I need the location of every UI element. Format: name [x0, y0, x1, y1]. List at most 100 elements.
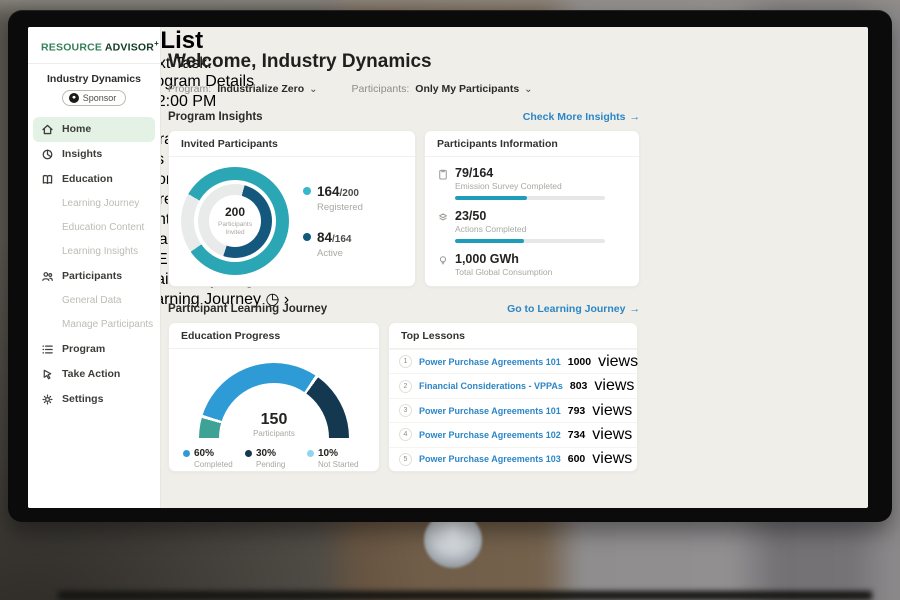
sidebar-item-label: General Data: [62, 295, 121, 306]
legend-item-registered: 164/200 Registered: [303, 183, 363, 213]
invited-center-label: Participants Invited: [213, 221, 257, 238]
sidebar-item-learning-journey[interactable]: Learning Journey: [33, 192, 155, 216]
legend-dot: [183, 450, 190, 457]
sidebar-item-general-data[interactable]: General Data: [33, 289, 155, 313]
sidebar-item-label: Participants: [62, 270, 122, 282]
logo-secondary: ADVISOR: [105, 42, 154, 54]
views-suffix: views: [598, 353, 638, 371]
lesson-rank: 4: [399, 428, 412, 441]
app-logo: RESOURCE ADVISOR+: [41, 39, 160, 54]
lesson-rank: 3: [399, 404, 412, 417]
program-filter-value[interactable]: Industrialize Zero: [217, 83, 304, 95]
lesson-row[interactable]: 1 Power Purchase Agreements 101 1000 vie…: [389, 349, 637, 373]
legend-dot: [303, 187, 311, 195]
page-title: Welcome, Industry Dynamics: [168, 51, 640, 73]
legend-dot: [245, 450, 252, 457]
legend-dot: [307, 450, 314, 457]
arrow-right-icon: →: [630, 303, 641, 315]
settings-icon: [41, 393, 54, 406]
lesson-rank: 5: [399, 453, 412, 466]
sidebar-item-label: Settings: [62, 393, 103, 405]
lesson-title-link[interactable]: Financial Considerations - VPPAs: [419, 381, 563, 391]
sidebar-item-education-content[interactable]: Education Content: [33, 216, 155, 240]
invited-legend: 164/200 Registered 84/164 Active: [303, 183, 363, 259]
lesson-views: 793: [568, 405, 586, 417]
progress-track: [455, 239, 605, 243]
legend-total: /164: [332, 234, 351, 245]
invited-donut-gap: 200 Participants Invited: [194, 180, 276, 262]
card-title: Top Lessons: [389, 323, 637, 349]
legend-pct: 60%: [194, 448, 214, 459]
legend-item-active: 84/164 Active: [303, 229, 363, 259]
lesson-rank: 2: [399, 380, 412, 393]
sidebar-item-learning-insights[interactable]: Learning Insights: [33, 240, 155, 264]
sidebar-item-label: Learning Insights: [62, 246, 138, 257]
sidebar-item-education[interactable]: Education: [33, 167, 155, 192]
invited-body: 200 Participants Invited: [169, 157, 415, 275]
legend-label: Pending: [256, 460, 307, 469]
sidebar-item-home[interactable]: Home: [33, 117, 155, 142]
lesson-views: 600: [568, 453, 586, 465]
insights-icon: [41, 148, 54, 161]
education-icon: [41, 173, 54, 186]
insights-cards-row: Invited Participants 200 Participants In…: [168, 130, 640, 287]
section-title: Program Insights: [168, 111, 263, 123]
views-suffix: views: [594, 377, 634, 395]
go-to-learning-journey-link[interactable]: Go to Learning Journey→: [507, 303, 640, 315]
main-content: Welcome, Industry Dynamics Program: Indu…: [161, 27, 650, 508]
legend-pct: 30%: [256, 448, 276, 459]
lesson-row[interactable]: 2 Financial Considerations - VPPAs 803 v…: [389, 373, 637, 397]
participants-filter-value[interactable]: Only My Participants: [415, 83, 519, 95]
sidebar: RESOURCE ADVISOR+ Industry Dynamics Spon…: [28, 27, 161, 508]
stat-label: Emission Survey Completed: [455, 181, 605, 191]
filter-bar: Program: Industrialize Zero ⌄ Participan…: [168, 83, 640, 95]
chevron-down-icon[interactable]: ⌄: [524, 84, 532, 95]
legend-item-not-started: 10% Not Started: [307, 448, 369, 469]
participants-information-card: Participants Information 79/164 Emission…: [424, 130, 640, 287]
lesson-title-link[interactable]: Power Purchase Agreements 103: [419, 454, 561, 464]
program-insights-header: Program Insights Check More Insights→: [168, 111, 640, 123]
legend-dot: [303, 233, 311, 241]
invited-donut-inner: 200 Participants Invited: [198, 184, 272, 258]
education-progress-card: Education Progress 150 Participants 60: [168, 322, 380, 472]
education-legend: 60% Completed 30% Pending 10% Not Starte…: [183, 448, 369, 469]
sidebar-item-program[interactable]: Program: [33, 337, 155, 362]
logo-plus: +: [154, 39, 159, 48]
sidebar-item-label: Home: [62, 123, 91, 135]
desk-shadow: [58, 591, 872, 600]
sidebar-item-label: Program: [62, 343, 105, 355]
lesson-row[interactable]: 4 Power Purchase Agreements 102 734 view…: [389, 422, 637, 446]
logo-primary: RESOURCE: [41, 42, 102, 54]
lesson-title-link[interactable]: Power Purchase Agreements 101: [419, 357, 561, 367]
lesson-title-link[interactable]: Power Purchase Agreements 101: [419, 406, 561, 416]
sponsor-badge[interactable]: Sponsor: [62, 90, 127, 106]
education-gauge-center: 150 Participants: [199, 411, 349, 438]
sidebar-item-manage-participants[interactable]: Manage Participants: [33, 313, 155, 337]
program-icon: [41, 343, 54, 356]
stat-value: 79/164: [455, 166, 605, 180]
check-more-insights-link[interactable]: Check More Insights→: [523, 111, 640, 123]
lesson-views: 734: [568, 429, 586, 441]
sidebar-item-label: Insights: [62, 148, 102, 160]
lesson-views: 803: [570, 380, 588, 392]
legend-item-completed: 60% Completed: [183, 448, 245, 469]
lesson-row[interactable]: 5 Power Purchase Agreements 103 600 view…: [389, 447, 637, 471]
progress-track: [455, 196, 605, 200]
card-title: Education Progress: [169, 323, 379, 349]
views-suffix: views: [592, 426, 632, 444]
card-title: Participants Information: [425, 131, 639, 157]
sidebar-item-take-action[interactable]: Take Action: [33, 362, 155, 387]
sidebar-item-label: Take Action: [62, 368, 120, 380]
chevron-down-icon[interactable]: ⌄: [309, 84, 317, 95]
gauge-center-value: 150: [199, 411, 349, 429]
home-icon: [41, 123, 54, 136]
sidebar-item-settings[interactable]: Settings: [33, 387, 155, 412]
desk-scene: RESOURCE ADVISOR+ Industry Dynamics Spon…: [0, 0, 900, 600]
participants-icon: [41, 270, 54, 283]
lesson-title-link[interactable]: Power Purchase Agreements 102: [419, 430, 561, 440]
lesson-row[interactable]: 3 Power Purchase Agreements 101 793 view…: [389, 398, 637, 422]
stat-row-emission-survey: 79/164 Emission Survey Completed: [425, 157, 639, 200]
sidebar-item-insights[interactable]: Insights: [33, 142, 155, 167]
legend-pct: 10%: [318, 448, 338, 459]
sidebar-item-participants[interactable]: Participants: [33, 264, 155, 289]
